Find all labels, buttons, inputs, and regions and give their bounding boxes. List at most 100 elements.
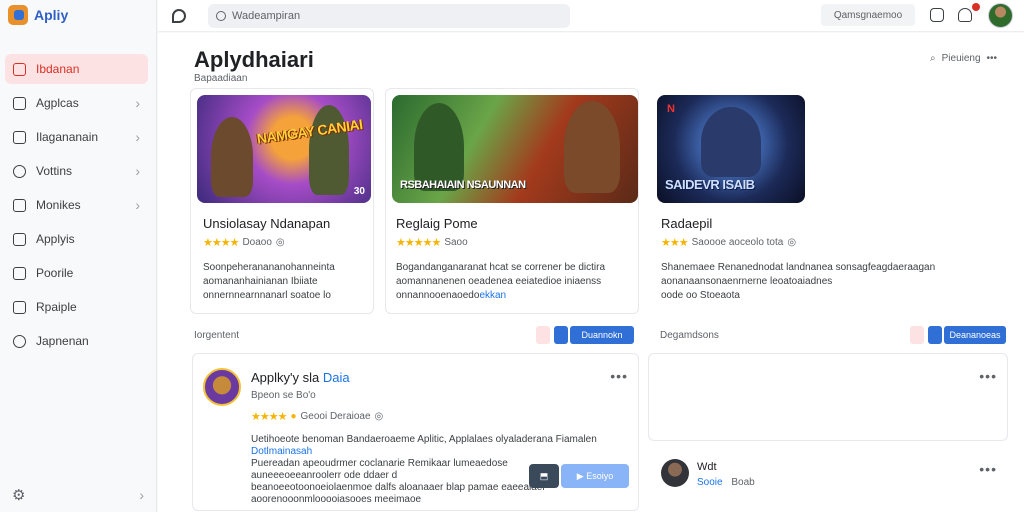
clock-icon <box>13 164 26 178</box>
sidebar-footer: ⚙ › <box>12 486 144 504</box>
card-title: Reglaig Pome <box>396 216 478 231</box>
app-detail-card[interactable]: Applky'y sla Daia Bpeon se Bo'o ★★★★ ● G… <box>192 353 639 511</box>
sidebar-item-label: Rpaiple <box>36 300 77 314</box>
chevron-right-icon: › <box>135 163 140 179</box>
star-rating: ★★★★★ <box>396 237 441 249</box>
desc-line: Uetihoeote benoman Bandaeroaeme Aplitic,… <box>251 434 597 445</box>
sidebar-item-cloud[interactable]: Japnenan <box>5 326 148 356</box>
game-card[interactable]: RSBAHAIAIN NSAUNNAN Reglaig Pome ★★★★★ S… <box>385 88 639 314</box>
sidebar-item-clock[interactable]: Vottins › <box>5 156 148 186</box>
sidebar-item-mail[interactable]: Monikes › <box>5 190 148 220</box>
sidebar-item-label: Ibdanan <box>36 62 80 76</box>
thumbnail-title: RSBAHAIAIN NSAUNNAN <box>400 179 526 191</box>
desc-line: Soonpeheranananohanneinta <box>203 262 335 273</box>
mail-icon <box>13 198 26 212</box>
bell-icon[interactable] <box>958 8 972 22</box>
desc-link[interactable]: ekkan <box>479 290 506 301</box>
rating-text: Doaoo <box>242 237 272 248</box>
user-link[interactable]: Sooie <box>697 477 723 488</box>
desc-link[interactable]: lo <box>323 290 331 301</box>
user-avatar[interactable] <box>661 459 689 487</box>
sidebar-item-label: Applyis <box>36 232 75 246</box>
pin-button[interactable]: ⬒ <box>529 464 559 488</box>
title-actions[interactable]: ⌕ Pieuieng ••• <box>930 53 997 64</box>
card-description: Shanemaee Renanednodat landnanea sonsagf… <box>661 261 1006 303</box>
desc-line: aomananhainianan Ibiiate <box>203 276 318 287</box>
app-title-link[interactable]: Daia <box>323 370 350 385</box>
list-icon <box>13 232 26 246</box>
sidebar-item-label: Ilagananain <box>36 130 99 144</box>
sidebar-item-flag[interactable]: Rpaiple <box>5 292 148 322</box>
apps-icon <box>13 96 26 110</box>
chat-icon[interactable] <box>930 8 944 22</box>
more-options-icon[interactable]: ••• <box>610 368 628 384</box>
sort-label: Pieuieng <box>941 53 981 64</box>
search-bar[interactable] <box>208 3 570 28</box>
main-content: Aplydhaiari Bapaadiaan ⌕ Pieuieng ••• NA… <box>158 33 1024 512</box>
character-figure <box>414 103 464 191</box>
more-options-icon[interactable]: ••• <box>979 461 997 477</box>
sidebar: Apliy Ibdanan Agplcas › Ilagananain › Vo… <box>0 0 157 512</box>
flag-button[interactable] <box>910 326 924 344</box>
top-action-button[interactable]: Qamsgnaemoo <box>821 4 915 26</box>
app-name: Apliy <box>34 7 69 23</box>
notification-badge <box>972 3 980 11</box>
thumbnail-title: SAIDEVR ISAIB <box>665 177 755 192</box>
sidebar-item-label: Vottins <box>36 164 73 178</box>
sidebar-item-apps[interactable]: Agplcas › <box>5 88 148 118</box>
game-card[interactable]: NAMGAY CANIAI 30 Unsiolasay Ndanapan ★★★… <box>190 88 374 314</box>
app-title: Applky'y sla <box>251 370 320 385</box>
desc-line: Shanemaee Renanednodat landnanea sonsagf… <box>661 262 936 273</box>
page-title: Aplydhaiari <box>194 47 314 72</box>
refresh-icon[interactable] <box>172 8 186 23</box>
game-thumbnail: N SAIDEVR ISAIB <box>657 95 805 203</box>
strip-primary-button[interactable]: Duannokn <box>570 326 634 344</box>
search-icon <box>216 10 226 21</box>
sidebar-item-list[interactable]: Applyis <box>5 224 148 254</box>
empty-panel: ••• <box>648 353 1008 441</box>
user-meta: Boab <box>731 477 755 488</box>
search-icon: ⌕ <box>930 53 936 64</box>
search-input[interactable] <box>232 9 532 22</box>
star-rating: ★★★ <box>661 237 689 249</box>
gear-icon[interactable]: ⚙ <box>12 486 25 504</box>
toggle-button[interactable] <box>928 326 942 344</box>
app-title-row: Applky'y sla Daia <box>251 370 350 385</box>
flag-button[interactable] <box>536 326 550 344</box>
card-title: Unsiolasay Ndanapan <box>203 216 331 231</box>
chevron-right-icon[interactable]: › <box>139 487 144 503</box>
game-card[interactable]: N SAIDEVR ISAIB Radaepil ★★★ Saoooe aoce… <box>648 88 1008 314</box>
strip-primary-button[interactable]: Deananoeas <box>944 326 1006 344</box>
sidebar-item-file[interactable]: Poorile <box>5 258 148 288</box>
toggle-button[interactable] <box>554 326 568 344</box>
rating-text: Saoooe aoceolo tota <box>691 237 784 248</box>
play-icon: ▶ <box>576 470 587 481</box>
more-options-icon[interactable]: ••• <box>979 368 997 384</box>
card-rating: ★★★★★ Saoo <box>396 236 468 249</box>
brand[interactable]: Apliy <box>0 0 156 30</box>
flag-icon <box>13 300 26 314</box>
card-rating: ★★★ Saoooe aoceolo tota ◎ <box>661 236 796 249</box>
info-icon: ◎ <box>374 411 384 422</box>
desc-line: aomannanenen oeadenea eeiatedioe iniaens… <box>396 276 602 287</box>
desc-line: aonanaansonaenrnerne leoatoaiadnes <box>661 276 833 287</box>
app-subtitle: Bpeon se Bo'o <box>251 390 316 401</box>
user-card[interactable]: Wdt Sooie Boab ••• <box>648 448 1008 512</box>
doc-icon <box>13 130 26 144</box>
sidebar-item-label: Agplcas <box>36 96 79 110</box>
sidebar-item-home[interactable]: Ibdanan <box>5 54 148 84</box>
avatar[interactable] <box>988 3 1013 28</box>
user-name: Wdt <box>697 461 717 473</box>
game-thumbnail: RSBAHAIAIN NSAUNNAN <box>392 95 638 203</box>
sidebar-item-docs[interactable]: Ilagananain › <box>5 122 148 152</box>
card-description: Soonpeheranananohanneinta aomananhainian… <box>203 261 371 303</box>
game-thumbnail: NAMGAY CANIAI 30 <box>197 95 371 203</box>
sidebar-list: Ibdanan Agplcas › Ilagananain › Vottins … <box>0 54 156 356</box>
strip-label: Degamdsons <box>660 329 719 341</box>
desc-line: onnernnearnnanarl soatoe <box>203 290 321 301</box>
strip-label: Iorgentent <box>194 329 240 341</box>
sidebar-item-label: Japnenan <box>36 334 89 348</box>
character-figure <box>211 117 253 197</box>
thumbnail-badge: 30 <box>353 186 365 197</box>
play-button[interactable]: ▶ Esoiyo <box>561 464 629 488</box>
